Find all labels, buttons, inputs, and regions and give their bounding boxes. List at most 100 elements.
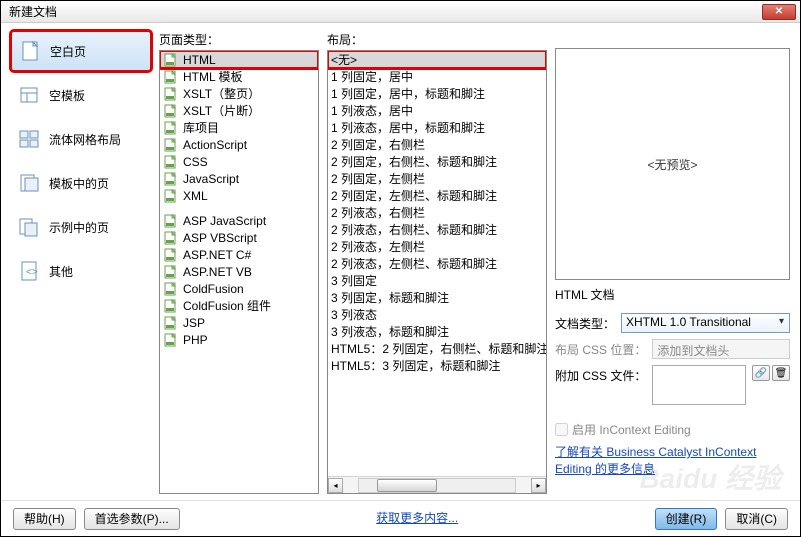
layout-item-label: <无> bbox=[331, 51, 357, 68]
page-type-item[interactable]: CSS bbox=[160, 153, 318, 170]
page-type-item[interactable]: PHP bbox=[160, 331, 318, 348]
page-type-item[interactable]: ColdFusion 组件 bbox=[160, 297, 318, 314]
nav-label: 示例中的页 bbox=[49, 219, 109, 236]
help-label: 帮助(H) bbox=[24, 510, 65, 527]
page-type-item[interactable]: XML bbox=[160, 187, 318, 204]
create-button[interactable]: 创建(R) bbox=[655, 508, 718, 530]
preview-text: <无预览> bbox=[647, 156, 697, 173]
attach-css-list[interactable] bbox=[652, 365, 746, 405]
page-type-item[interactable]: 库项目 bbox=[160, 119, 318, 136]
layout-item[interactable]: 3 列固定，标题和脚注 bbox=[328, 289, 546, 306]
layout-item-label: 2 列液态，右侧栏、标题和脚注 bbox=[331, 221, 497, 238]
layout-hscrollbar[interactable]: ◂ ▸ bbox=[328, 476, 546, 493]
preview-desc: HTML 文档 bbox=[555, 280, 790, 313]
page-type-item-label: ASP.NET VB bbox=[183, 265, 252, 279]
layout-item[interactable]: HTML5：2 列固定，右侧栏、标题和脚注 bbox=[328, 340, 546, 357]
nav-template-page[interactable]: 模板中的页 bbox=[11, 163, 151, 203]
nav-fluid-grid[interactable]: 流体网格布局 bbox=[11, 119, 151, 159]
create-label: 创建(R) bbox=[666, 510, 707, 527]
layout-header: 布局： bbox=[327, 31, 547, 50]
layout-item-label: 3 列液态 bbox=[331, 306, 377, 323]
nav-blank-page[interactable]: 空白页 bbox=[11, 31, 151, 71]
layout-item-label: 3 列固定，标题和脚注 bbox=[331, 289, 449, 306]
layout-item-label: 2 列固定，左侧栏、标题和脚注 bbox=[331, 187, 497, 204]
layout-item-label: 2 列液态，左侧栏 bbox=[331, 238, 425, 255]
page-type-item[interactable]: ASP JavaScript bbox=[160, 212, 318, 229]
right-panel: <无预览> HTML 文档 文档类型： XHTML 1.0 Transition… bbox=[555, 31, 790, 494]
page-type-item[interactable]: XSLT（整页） bbox=[160, 85, 318, 102]
nav-blank-template[interactable]: 空模板 bbox=[11, 75, 151, 115]
layout-item[interactable]: 1 列液态，居中，标题和脚注 bbox=[328, 119, 546, 136]
layout-item[interactable]: 2 列固定，右侧栏 bbox=[328, 136, 546, 153]
attach-label: 附加 CSS 文件： bbox=[555, 365, 646, 384]
layout-item[interactable]: 3 列液态，标题和脚注 bbox=[328, 323, 546, 340]
layout-item[interactable]: 2 列固定，左侧栏 bbox=[328, 170, 546, 187]
layout-item[interactable]: 3 列固定 bbox=[328, 272, 546, 289]
layout-item-label: 2 列液态，左侧栏、标题和脚注 bbox=[331, 255, 497, 272]
nav-example-page[interactable]: 示例中的页 bbox=[11, 207, 151, 247]
page-type-item[interactable]: HTML 模板 bbox=[160, 68, 318, 85]
layout-item[interactable]: 2 列固定，右侧栏、标题和脚注 bbox=[328, 153, 546, 170]
blank-page-icon bbox=[18, 39, 42, 63]
page-type-item[interactable]: XSLT（片断） bbox=[160, 102, 318, 119]
layout-item-label: 2 列固定，左侧栏 bbox=[331, 170, 425, 187]
page-type-item-label: ColdFusion 组件 bbox=[183, 297, 271, 314]
doctype-select[interactable]: XHTML 1.0 Transitional bbox=[621, 313, 790, 333]
layout-item[interactable]: 2 列固定，左侧栏、标题和脚注 bbox=[328, 187, 546, 204]
layout-item[interactable]: 3 列液态 bbox=[328, 306, 546, 323]
layout-item[interactable]: 2 列液态，左侧栏 bbox=[328, 238, 546, 255]
attach-row: 附加 CSS 文件： 🔗 🗑 bbox=[555, 365, 790, 405]
nav-label: 空模板 bbox=[49, 87, 85, 104]
doctype-label: 文档类型： bbox=[555, 315, 615, 332]
scroll-track[interactable] bbox=[358, 478, 516, 493]
page-type-item-label: JSP bbox=[183, 316, 205, 330]
page-type-item[interactable]: ActionScript bbox=[160, 136, 318, 153]
layout-item[interactable]: 2 列液态，左侧栏、标题和脚注 bbox=[328, 255, 546, 272]
page-type-item-label: XML bbox=[183, 189, 208, 203]
scroll-left-arrow[interactable]: ◂ bbox=[328, 478, 343, 493]
prefs-button[interactable]: 首选参数(P)... bbox=[84, 508, 180, 530]
scroll-thumb[interactable] bbox=[377, 479, 437, 492]
attach-buttons: 🔗 🗑 bbox=[752, 365, 790, 381]
layout-item[interactable]: 1 列固定，居中 bbox=[328, 68, 546, 85]
cancel-label: 取消(C) bbox=[736, 510, 777, 527]
get-more-link[interactable]: 获取更多内容... bbox=[188, 510, 647, 527]
nav-label: 流体网格布局 bbox=[49, 131, 121, 148]
remove-css-button[interactable]: 🗑 bbox=[772, 365, 790, 381]
page-type-item[interactable]: ASP VBScript bbox=[160, 229, 318, 246]
prefs-label: 首选参数(P)... bbox=[95, 510, 169, 527]
layout-item-label: HTML5：3 列固定，标题和脚注 bbox=[331, 357, 500, 374]
fluid-grid-icon bbox=[17, 127, 41, 151]
layout-item[interactable]: 2 列液态，右侧栏 bbox=[328, 204, 546, 221]
csspos-value: 添加到文档头 bbox=[652, 339, 790, 359]
page-type-item[interactable]: ASP.NET C# bbox=[160, 246, 318, 263]
enable-ice-checkbox bbox=[555, 423, 568, 436]
page-type-list[interactable]: HTMLHTML 模板XSLT（整页）XSLT（片断）库项目ActionScri… bbox=[159, 50, 319, 494]
layout-list[interactable]: <无>1 列固定，居中1 列固定，居中，标题和脚注1 列液态，居中1 列液态，居… bbox=[327, 50, 547, 494]
link-css-button[interactable]: 🔗 bbox=[752, 365, 770, 381]
page-type-item[interactable]: ColdFusion bbox=[160, 280, 318, 297]
nav-other[interactable]: <> 其他 bbox=[11, 251, 151, 291]
layout-item-label: 2 列液态，右侧栏 bbox=[331, 204, 425, 221]
page-type-item[interactable]: HTML bbox=[160, 51, 318, 68]
page-type-item[interactable]: ASP.NET VB bbox=[160, 263, 318, 280]
page-type-item-label: XSLT（片断） bbox=[183, 102, 260, 119]
help-button[interactable]: 帮助(H) bbox=[13, 508, 76, 530]
cancel-button[interactable]: 取消(C) bbox=[725, 508, 788, 530]
page-type-item-label: CSS bbox=[183, 155, 208, 169]
layout-item[interactable]: 1 列固定，居中，标题和脚注 bbox=[328, 85, 546, 102]
layout-item[interactable]: 1 列液态，居中 bbox=[328, 102, 546, 119]
scroll-right-arrow[interactable]: ▸ bbox=[531, 478, 546, 493]
window-title: 新建文档 bbox=[9, 3, 762, 20]
svg-text:<>: <> bbox=[26, 267, 38, 278]
ice-info-link[interactable]: 了解有关 Business Catalyst InContext Editing… bbox=[555, 444, 790, 478]
layout-item[interactable]: <无> bbox=[328, 51, 546, 68]
close-button[interactable]: ✕ bbox=[762, 4, 796, 20]
layout-item[interactable]: 2 列液态，右侧栏、标题和脚注 bbox=[328, 221, 546, 238]
page-type-item[interactable]: JavaScript bbox=[160, 170, 318, 187]
layout-item[interactable]: HTML5：3 列固定，标题和脚注 bbox=[328, 357, 546, 374]
nav-label: 模板中的页 bbox=[49, 175, 109, 192]
page-type-item[interactable]: JSP bbox=[160, 314, 318, 331]
page-type-item-label: HTML bbox=[183, 53, 216, 67]
page-type-item-label: ColdFusion bbox=[183, 282, 244, 296]
